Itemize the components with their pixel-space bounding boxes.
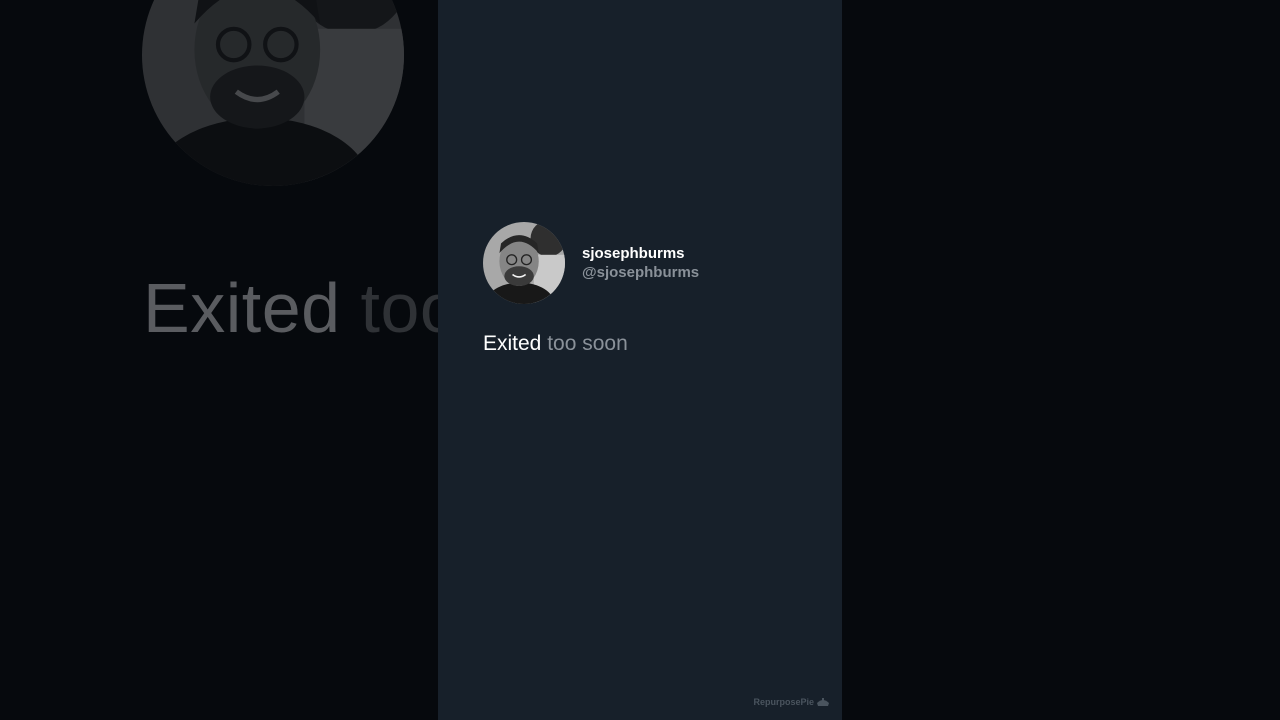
- display-name: sjosephburms: [582, 245, 685, 262]
- background-caption-word: Exited: [143, 269, 341, 347]
- post-text-spoken-word: Exited: [483, 332, 542, 355]
- author-names: sjosephburms @sjosephburms: [582, 244, 699, 282]
- background-avatar: [142, 0, 404, 186]
- avatar: [483, 222, 565, 304]
- watermark-label: RepurposePie: [753, 697, 814, 707]
- pie-icon: [817, 697, 829, 706]
- user-handle: @sjosephburms: [582, 264, 700, 281]
- post-text: Exited too soon: [483, 330, 628, 358]
- video-frame: Exited too sjosephburms @sjosephburms Ex…: [0, 0, 1280, 720]
- post-header: sjosephburms @sjosephburms: [483, 222, 699, 304]
- background-caption: Exited too: [143, 268, 459, 348]
- post-text-upcoming-words: too soon: [547, 332, 628, 355]
- watermark: RepurposePie: [753, 697, 830, 707]
- post-card: sjosephburms @sjosephburms Exited too so…: [438, 0, 842, 720]
